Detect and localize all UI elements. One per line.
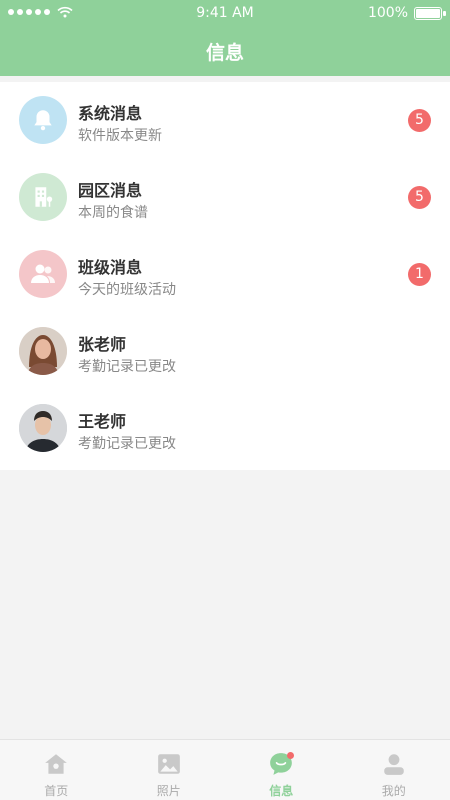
- avatar-male: [19, 404, 67, 452]
- unread-badge: 1: [408, 263, 431, 286]
- message-subtitle: 今天的班级活动: [78, 282, 176, 298]
- message-title: 班级消息: [78, 258, 143, 277]
- message-subtitle: 本周的食谱: [78, 205, 148, 221]
- message-subtitle: 考勤记录已更改: [78, 359, 176, 375]
- tab-label: 照片: [156, 784, 181, 798]
- tab-label: 首页: [44, 784, 69, 798]
- message-title: 系统消息: [78, 104, 143, 123]
- users-icon: [19, 250, 67, 298]
- tab-bar: 首页 照片 信息 我的: [0, 739, 450, 800]
- notification-dot: [286, 752, 294, 759]
- bell-icon: [19, 96, 67, 144]
- message-title: 张老师: [78, 335, 127, 354]
- tab-label: 信息: [269, 784, 294, 798]
- profile-icon: [384, 754, 404, 775]
- tab-photos[interactable]: 照片: [113, 740, 226, 800]
- message-title: 园区消息: [78, 181, 143, 200]
- message-item-teacher-zhang[interactable]: 张老师 考勤记录已更改: [0, 313, 450, 390]
- status-bar: 9:41 AM 100%: [0, 0, 450, 26]
- battery-fill: [416, 8, 440, 18]
- message-item-system[interactable]: 系统消息 软件版本更新 5: [0, 82, 450, 159]
- page-title: 信息: [205, 42, 244, 64]
- message-item-teacher-wang[interactable]: 王老师 考勤记录已更改: [0, 390, 450, 467]
- message-item-campus[interactable]: 园区消息 本周的食谱 5: [0, 159, 450, 236]
- message-list: 系统消息 软件版本更新 5 园区消息 本周的食谱 5 班级消息 今天的班级活动 …: [0, 82, 450, 470]
- tab-messages[interactable]: 信息: [225, 740, 338, 800]
- tab-home[interactable]: 首页: [0, 740, 113, 800]
- message-subtitle: 考勤记录已更改: [78, 436, 176, 452]
- unread-badge: 5: [408, 186, 431, 209]
- message-subtitle: 软件版本更新: [78, 128, 162, 144]
- unread-badge: 5: [408, 109, 431, 132]
- battery-icon: [414, 6, 446, 20]
- avatar-female: [19, 327, 67, 375]
- battery-percent: 100%: [367, 5, 408, 21]
- photo-icon: [157, 754, 180, 774]
- tab-profile[interactable]: 我的: [338, 740, 450, 800]
- message-title: 王老师: [78, 412, 127, 431]
- header-bar: 9:41 AM 100% 信息: [0, 0, 450, 76]
- building-icon: [19, 173, 67, 221]
- tab-label: 我的: [381, 784, 406, 798]
- home-icon: [45, 754, 68, 774]
- message-item-class[interactable]: 班级消息 今天的班级活动 1: [0, 236, 450, 313]
